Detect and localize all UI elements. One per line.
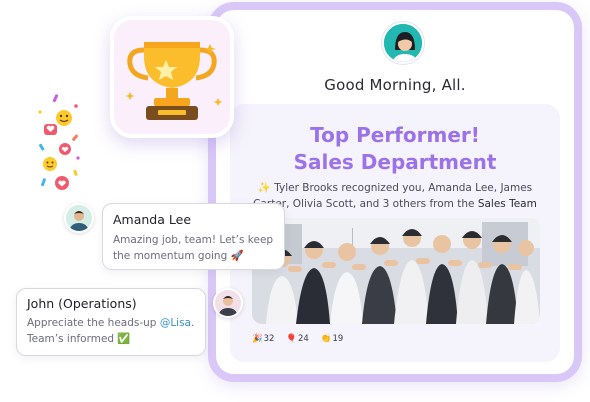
avatar-man-icon (66, 205, 92, 231)
reaction-count: 32 (263, 334, 275, 344)
team-photo (252, 218, 540, 324)
message-text: Appreciate the heads-up @Lisa. Team’s in… (27, 315, 197, 347)
reaction-count: 19 (332, 334, 344, 344)
message-part: Appreciate the heads-up (27, 317, 160, 329)
heart-icon (55, 176, 69, 190)
trophy-icon (125, 42, 223, 120)
smiley-icon (43, 157, 57, 171)
heart-icon (59, 143, 71, 155)
recognition-card: Good Morning, All. Top Performer! Sales … (208, 2, 582, 382)
chat-message-john[interactable]: John (Operations) Appreciate the heads-u… (16, 288, 206, 356)
balloon-icon: 🎈 (286, 334, 298, 344)
sender-name: John (Operations) (27, 296, 137, 311)
greeting: Good Morning, All. (324, 76, 466, 94)
avatar[interactable] (64, 203, 94, 233)
title-line-2: Sales Department (293, 150, 497, 174)
clapping-hands-icon: 👏 (320, 334, 332, 344)
sender-name: Amanda Lee (113, 212, 192, 227)
reactions-bar: 🎉 32 🎈 24 👏 19 (252, 334, 343, 344)
reaction-clap[interactable]: 👏 19 (321, 334, 343, 344)
avatar[interactable] (382, 22, 424, 64)
team-link[interactable]: Sales Team (478, 198, 537, 210)
avatar-woman-icon (384, 24, 422, 62)
reaction-balloon[interactable]: 🎈 24 (286, 334, 308, 344)
page-title: Top Performer! Sales Department (230, 122, 560, 176)
trophy-tile (110, 16, 234, 138)
avatar[interactable] (213, 288, 243, 318)
smiley-icon (56, 110, 72, 126)
party-popper-icon: 🎉 (252, 334, 263, 344)
recognition-text: ✨ Tyler Brooks recognized you, Amanda Le… (244, 180, 546, 212)
chat-message-amanda[interactable]: Amanda Lee Amazing job, team! Let’s keep… (102, 203, 285, 270)
floating-emoji-decoration (38, 94, 80, 190)
mention-link[interactable]: @Lisa (160, 317, 191, 329)
message-text: Amazing job, team! Let’s keep the moment… (113, 234, 274, 262)
title-line-1: Top Performer! (310, 123, 480, 147)
reaction-party[interactable]: 🎉 32 (252, 334, 274, 344)
reaction-count: 24 (298, 334, 309, 344)
heart-icon (44, 124, 57, 135)
avatar-man-icon (215, 290, 241, 316)
